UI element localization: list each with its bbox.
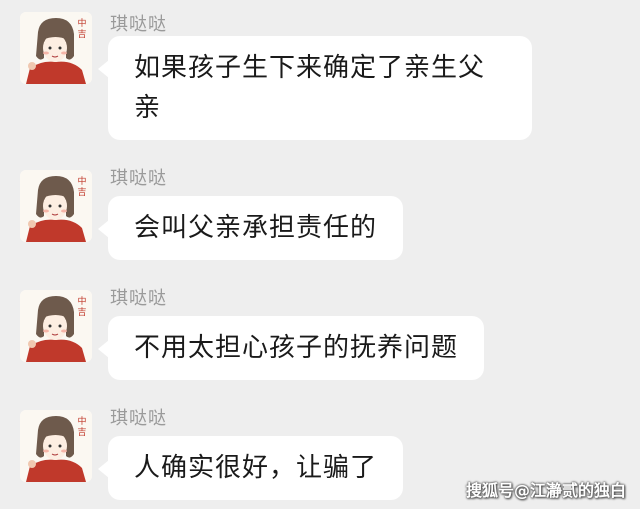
message-bubble[interactable]: 人确实很好，让骗了 [97,436,404,500]
avatar-badge-top: 中 [77,415,86,427]
watermark: 搜狐号@江瀞贰的独白 [465,481,626,500]
sender-avatar[interactable]: 中 吉 [20,170,92,242]
sender-avatar[interactable]: 中 吉 [20,410,92,482]
cartoon-girl-avatar-icon: 中 吉 [20,12,92,84]
cartoon-girl-avatar-icon: 中 吉 [20,290,92,362]
sender-name: 琪哒哒 [110,408,167,429]
sender-name: 琪哒哒 [110,168,167,189]
sender-avatar[interactable]: 中 吉 [20,290,92,362]
avatar-badge-top: 中 [77,295,86,307]
avatar-badge-top: 中 [77,17,86,29]
message-bubble[interactable]: 如果孩子生下来确定了亲生父亲 [98,36,532,140]
message-text: 如果孩子生下来确定了亲生父亲 [134,53,486,123]
message-text: 会叫父亲承担责任的 [134,213,378,243]
message-text: 人确实很好，让骗了 [134,453,378,483]
message-bubble[interactable]: 不用太担心孩子的抚养问题 [97,316,485,380]
avatar-badge-bottom: 吉 [77,29,86,40]
chat-conversation: 中 吉 琪哒哒 如果孩子生下来确定了亲生父亲 中 吉 琪哒哒 会叫父亲承担责任的… [0,0,640,509]
avatar-badge-bottom: 吉 [77,427,86,438]
cartoon-girl-avatar-icon: 中 吉 [20,170,92,242]
sender-name: 琪哒哒 [110,288,167,309]
cartoon-girl-avatar-icon: 中 吉 [20,410,92,482]
sender-avatar[interactable]: 中 吉 [20,12,92,84]
message-text: 不用太担心孩子的抚养问题 [134,333,459,363]
avatar-badge-bottom: 吉 [77,307,86,318]
sender-name: 琪哒哒 [110,14,167,35]
message-bubble[interactable]: 会叫父亲承担责任的 [97,196,404,260]
avatar-badge-top: 中 [77,175,86,187]
avatar-badge-bottom: 吉 [77,187,86,198]
